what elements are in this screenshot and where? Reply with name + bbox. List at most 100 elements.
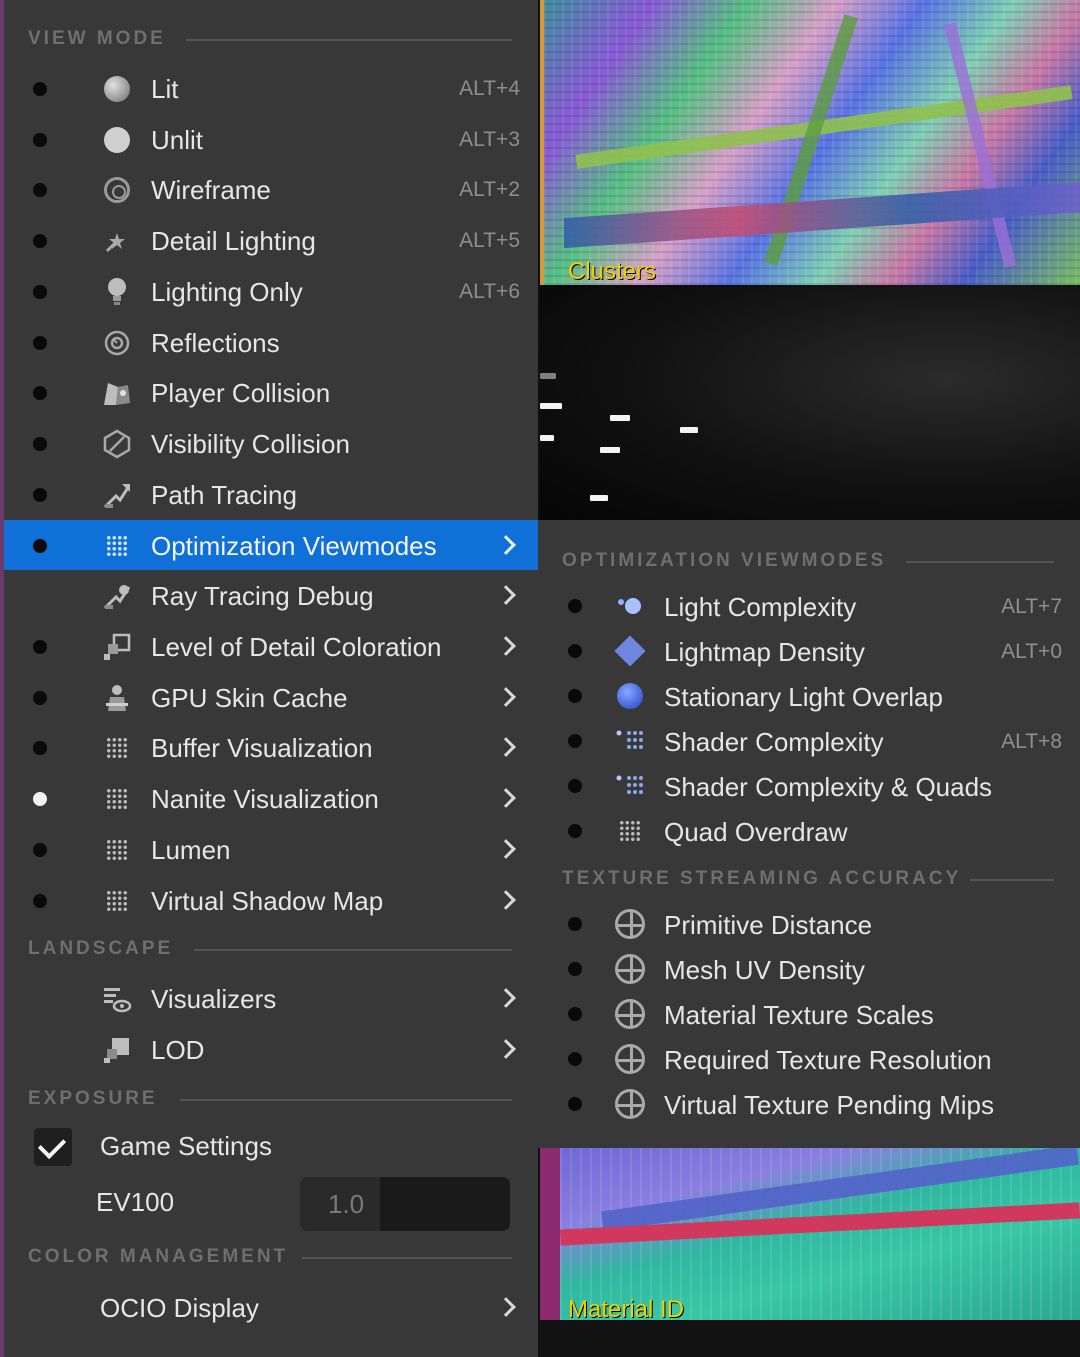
menu-item-level-of-detail-coloration[interactable]: Level of Detail Coloration xyxy=(4,621,538,671)
visibility-collision-icon xyxy=(102,429,132,459)
player-collision-icon xyxy=(102,378,132,408)
light-bulb-icon xyxy=(102,277,132,307)
menu-item-label: Wireframe xyxy=(151,175,271,205)
menu-item-ray-tracing-debug[interactable]: Ray Tracing Debug xyxy=(4,570,538,620)
menu-item-label: Virtual Shadow Map xyxy=(151,886,384,916)
menu-item-buffer-visualization[interactable]: Buffer Visualization xyxy=(4,722,538,772)
section-color-management: COLOR MANAGEMENT xyxy=(4,1242,538,1272)
crosshair-icon xyxy=(615,954,645,984)
submenu-item-virtual-texture-pending-mips[interactable]: Virtual Texture Pending Mips xyxy=(538,1082,1080,1127)
radio-bullet xyxy=(33,741,47,755)
menu-item-label: Level of Detail Coloration xyxy=(151,632,442,662)
submenu-item-label: Shader Complexity xyxy=(664,727,884,757)
menu-item-ocio-display[interactable]: OCIO Display xyxy=(4,1282,538,1332)
chevron-right-icon xyxy=(496,1038,518,1060)
submenu-item-shader-complexity[interactable]: Shader Complexity ALT+8 xyxy=(538,719,1080,764)
menu-item-lit[interactable]: Lit ALT+4 xyxy=(4,63,538,113)
submenu-item-primitive-distance[interactable]: Primitive Distance xyxy=(538,902,1080,947)
menu-item-visibility-collision[interactable]: Visibility Collision xyxy=(4,418,538,468)
menu-item-label: Nanite Visualization xyxy=(151,784,379,814)
section-view-mode: VIEW MODE xyxy=(4,24,538,54)
submenu-item-label: Quad Overdraw xyxy=(664,817,848,847)
menu-item-lumen[interactable]: Lumen xyxy=(4,824,538,874)
menu-item-unlit[interactable]: Unlit ALT+3 xyxy=(4,114,538,164)
menu-item-reflections[interactable]: Reflections xyxy=(4,317,538,367)
lod-coloration-icon xyxy=(102,632,132,662)
radio-bullet xyxy=(568,1007,582,1021)
detail-lighting-icon xyxy=(102,226,132,256)
submenu-item-label: Virtual Texture Pending Mips xyxy=(664,1090,995,1120)
crosshair-icon xyxy=(615,999,645,1029)
ray-tracing-icon xyxy=(102,581,132,611)
chevron-right-icon xyxy=(496,736,518,758)
radio-bullet xyxy=(568,779,582,793)
game-settings-checkbox[interactable] xyxy=(34,1128,72,1166)
optimization-viewmodes-submenu: OPTIMIZATION VIEWMODES Light Complexity … xyxy=(538,520,1080,1148)
crosshair-icon xyxy=(615,1044,645,1074)
viewport-material-id-view: Material ID xyxy=(540,1144,1080,1323)
chevron-right-icon xyxy=(496,987,518,1009)
submenu-item-label: Primitive Distance xyxy=(664,910,873,940)
menu-item-label: Visualizers xyxy=(151,984,277,1014)
submenu-item-stationary-light-overlap[interactable]: Stationary Light Overlap xyxy=(538,674,1080,719)
radio-bullet-selected xyxy=(33,792,47,806)
wireframe-icon xyxy=(102,175,132,205)
radio-bullet xyxy=(568,599,582,613)
path-tracing-icon xyxy=(102,480,132,510)
shortcut-label: ALT+0 xyxy=(1001,640,1062,663)
menu-item-lod[interactable]: LOD xyxy=(4,1024,538,1074)
submenu-item-required-texture-resolution[interactable]: Required Texture Resolution xyxy=(538,1037,1080,1082)
chevron-right-icon xyxy=(496,534,518,556)
game-settings-label: Game Settings xyxy=(100,1131,272,1161)
menu-item-visualizers[interactable]: Visualizers xyxy=(4,973,538,1023)
menu-item-virtual-shadow-map[interactable]: Virtual Shadow Map xyxy=(4,875,538,925)
submenu-item-label: Required Texture Resolution xyxy=(664,1045,992,1075)
submenu-item-quad-overdraw[interactable]: Quad Overdraw xyxy=(538,809,1080,854)
section-title: COLOR MANAGEMENT xyxy=(28,1246,289,1267)
ev100-label: EV100 xyxy=(96,1187,175,1217)
menu-item-nanite-visualization[interactable]: Nanite Visualization xyxy=(4,773,538,823)
menu-item-label: Reflections xyxy=(151,328,280,358)
menu-item-gpu-skin-cache[interactable]: GPU Skin Cache xyxy=(4,672,538,722)
shortcut-label: ALT+5 xyxy=(459,229,520,252)
chevron-right-icon xyxy=(496,635,518,657)
menu-item-optimization-viewmodes[interactable]: Optimization Viewmodes xyxy=(4,520,538,570)
menu-item-label: Detail Lighting xyxy=(151,226,316,256)
submenu-item-light-complexity[interactable]: Light Complexity ALT+7 xyxy=(538,584,1080,629)
radio-bullet xyxy=(568,962,582,976)
submenu-item-mesh-uv-density[interactable]: Mesh UV Density xyxy=(538,947,1080,992)
radio-bullet xyxy=(568,917,582,931)
viewport-dark-view xyxy=(540,285,1080,520)
menu-item-lighting-only[interactable]: Lighting Only ALT+6 xyxy=(4,266,538,316)
menu-item-path-tracing[interactable]: Path Tracing xyxy=(4,469,538,519)
submenu-item-shader-complexity-quads[interactable]: Shader Complexity & Quads xyxy=(538,764,1080,809)
shortcut-label: ALT+2 xyxy=(459,178,520,201)
crosshair-icon xyxy=(615,1089,645,1119)
ev100-input[interactable]: 1.0 xyxy=(300,1177,510,1231)
menu-item-label: Lighting Only xyxy=(151,277,303,307)
unlit-sphere-icon xyxy=(102,125,132,155)
radio-bullet xyxy=(33,183,47,197)
radio-bullet xyxy=(33,133,47,147)
chevron-right-icon xyxy=(496,889,518,911)
menu-item-label: Lumen xyxy=(151,835,231,865)
submenu-item-material-texture-scales[interactable]: Material Texture Scales xyxy=(538,992,1080,1037)
chevron-right-icon xyxy=(496,1296,518,1318)
menu-item-detail-lighting[interactable]: Detail Lighting ALT+5 xyxy=(4,215,538,265)
shortcut-label: ALT+3 xyxy=(459,128,520,151)
crosshair-icon xyxy=(615,909,645,939)
menu-item-label: Visibility Collision xyxy=(151,429,350,459)
radio-bullet xyxy=(33,539,47,553)
light-complexity-icon xyxy=(615,591,645,621)
section-title: LANDSCAPE xyxy=(28,938,174,959)
viewport-label-clusters: Clusters xyxy=(568,258,657,285)
menu-item-label: Buffer Visualization xyxy=(151,733,373,763)
view-mode-menu: VIEW MODE Lit ALT+4 Unlit ALT+3 Wirefram… xyxy=(4,0,538,1357)
submenu-item-label: Shader Complexity & Quads xyxy=(664,772,993,802)
menu-item-player-collision[interactable]: Player Collision xyxy=(4,367,538,417)
grid-icon xyxy=(102,784,132,814)
submenu-item-lightmap-density[interactable]: Lightmap Density ALT+0 xyxy=(538,629,1080,674)
menu-item-label: Optimization Viewmodes xyxy=(151,531,437,561)
menu-item-wireframe[interactable]: Wireframe ALT+2 xyxy=(4,164,538,214)
section-landscape: LANDSCAPE xyxy=(4,934,538,964)
